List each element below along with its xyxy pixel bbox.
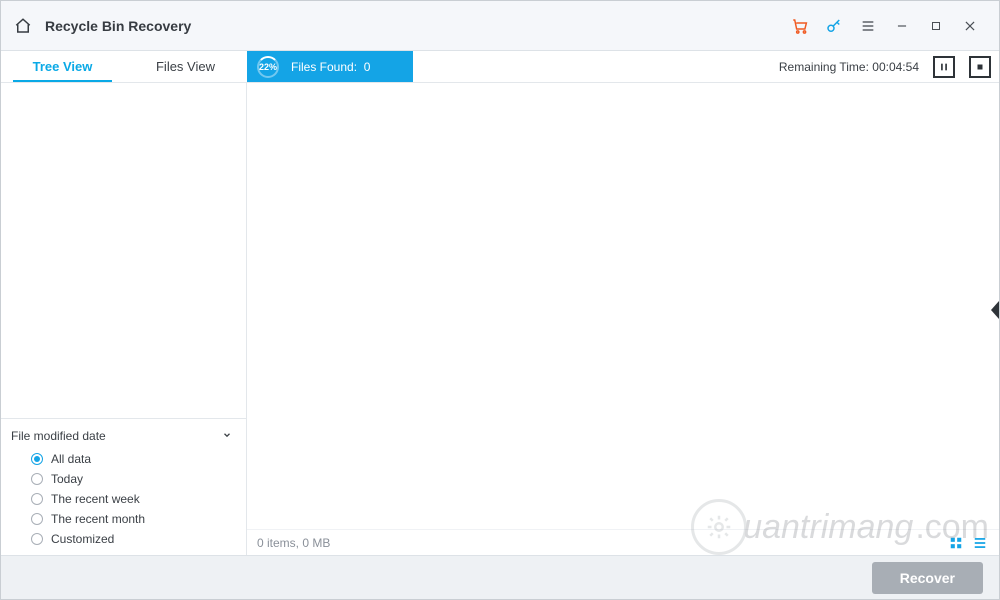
filter-header-label: File modified date [11, 429, 106, 443]
items-summary: 0 items, 0 MB [257, 536, 330, 550]
menu-icon[interactable] [851, 11, 885, 41]
scan-progress: 22% Files Found: 0 [247, 51, 413, 82]
maximize-button[interactable] [919, 11, 953, 41]
key-icon[interactable] [817, 11, 851, 41]
collapse-handle-icon[interactable] [991, 301, 999, 319]
tree-pane [1, 83, 246, 418]
tab-tree-label: Tree View [33, 59, 93, 74]
filter-option-today[interactable]: Today [11, 469, 236, 489]
files-found-text: Files Found: 0 [291, 60, 370, 74]
radio-icon [31, 473, 43, 485]
results-pane [247, 83, 999, 529]
view-switch [947, 536, 989, 550]
filter-option-customized[interactable]: Customized [11, 529, 236, 549]
recover-button-label: Recover [900, 570, 955, 586]
stop-button[interactable] [969, 56, 991, 78]
filter-option-label: All data [51, 452, 91, 466]
filter-option-recent-week[interactable]: The recent week [11, 489, 236, 509]
list-view-icon[interactable] [971, 536, 989, 550]
filter-option-label: Customized [51, 532, 114, 546]
grid-view-icon[interactable] [947, 536, 965, 550]
progress-percent: 22% [259, 62, 277, 72]
cart-icon[interactable] [783, 11, 817, 41]
radio-icon [31, 533, 43, 545]
app-window: Recycle Bin Recovery Tree View Files Vie… [0, 0, 1000, 600]
app-title: Recycle Bin Recovery [45, 18, 191, 34]
radio-icon [31, 453, 43, 465]
filter-section: File modified date All data Today The re… [1, 418, 246, 555]
chevron-down-icon [222, 429, 232, 443]
radio-icon [31, 493, 43, 505]
tab-files-label: Files View [156, 59, 215, 74]
recover-button[interactable]: Recover [872, 562, 983, 594]
filter-option-label: The recent week [51, 492, 140, 506]
filter-header[interactable]: File modified date [11, 425, 236, 449]
filter-option-label: The recent month [51, 512, 145, 526]
remaining-time-text: Remaining Time: 00:04:54 [779, 60, 919, 74]
close-button[interactable] [953, 11, 987, 41]
home-icon[interactable] [13, 16, 33, 36]
filter-option-label: Today [51, 472, 83, 486]
minimize-button[interactable] [885, 11, 919, 41]
tab-files-view[interactable]: Files View [124, 51, 247, 82]
tab-tree-view[interactable]: Tree View [1, 51, 124, 82]
sidebar: File modified date All data Today The re… [1, 83, 247, 555]
content-footer: 0 items, 0 MB [247, 529, 999, 555]
filter-option-recent-month[interactable]: The recent month [11, 509, 236, 529]
radio-icon [31, 513, 43, 525]
status-strip: Tree View Files View 22% Files Found: 0 … [1, 51, 999, 83]
content-area: 0 items, 0 MB [247, 83, 999, 555]
action-bar: Recover [1, 555, 999, 599]
main-area: File modified date All data Today The re… [1, 83, 999, 555]
progress-spinner-icon: 22% [257, 56, 279, 78]
title-bar: Recycle Bin Recovery [1, 1, 999, 51]
pause-button[interactable] [933, 56, 955, 78]
view-tabs: Tree View Files View [1, 51, 247, 82]
remaining-time-block: Remaining Time: 00:04:54 [771, 51, 999, 82]
filter-option-all-data[interactable]: All data [11, 449, 236, 469]
